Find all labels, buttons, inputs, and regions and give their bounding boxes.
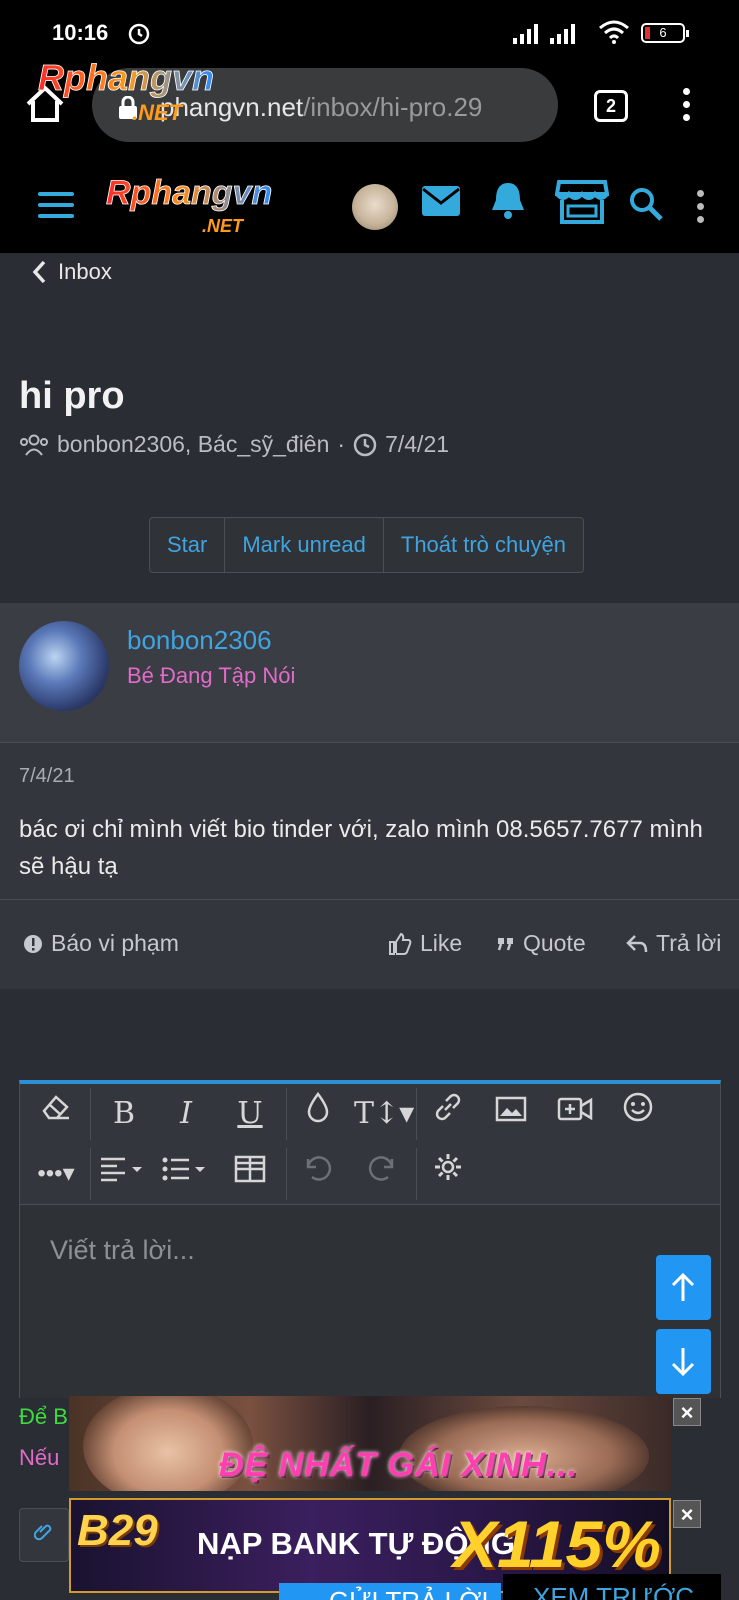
message: bonbon2306 Bé Đang Tập Nói 7/4/21 bác ơi… xyxy=(0,603,739,989)
link-icon[interactable] xyxy=(420,1090,476,1138)
preview-button[interactable]: XEM TRƯỚC xyxy=(503,1574,721,1600)
report-label: Báo vi phạm xyxy=(51,930,179,956)
settings-icon[interactable] xyxy=(420,1150,476,1198)
battery-icon: 6 xyxy=(641,23,689,43)
smiley-icon[interactable] xyxy=(610,1090,666,1138)
message-user-title: Bé Đang Tập Nói xyxy=(127,663,296,688)
note-line-1: Để B xyxy=(19,1404,68,1429)
message-username[interactable]: bonbon2306 xyxy=(127,625,272,656)
attach-button[interactable] xyxy=(19,1508,69,1562)
breadcrumb-label: Inbox xyxy=(58,259,112,284)
quote-button[interactable]: Quote xyxy=(497,930,586,957)
quote-label: Quote xyxy=(523,930,586,956)
mark-unread-button[interactable]: Mark unread xyxy=(225,518,384,572)
users-icon xyxy=(20,434,48,456)
redo-icon[interactable] xyxy=(354,1150,410,1198)
clock: 10:16 xyxy=(52,20,109,45)
thumbs-up-icon xyxy=(389,932,412,955)
like-button[interactable]: Like xyxy=(388,930,462,957)
message-body: bác ơi chỉ mình viết bio tinder với, zal… xyxy=(19,816,703,880)
user-avatar[interactable] xyxy=(352,184,398,230)
image-icon[interactable] xyxy=(483,1090,539,1138)
quote-icon xyxy=(497,937,513,950)
browser-toolbar: phangvn.net/inbox/hi-pro.29 Rphangvn .NE… xyxy=(0,60,739,160)
bell-icon[interactable] xyxy=(490,180,526,220)
message-date[interactable]: 7/4/21 xyxy=(19,765,75,788)
underline-icon[interactable]: U xyxy=(222,1090,278,1138)
conversation-date: 7/4/21 xyxy=(385,431,450,457)
star-button[interactable]: Star xyxy=(150,518,226,572)
alert-icon xyxy=(24,934,42,953)
breadcrumb-back-link[interactable]: Inbox xyxy=(32,259,112,285)
wifi-icon xyxy=(599,20,629,44)
editor-toolbar-row-1: B I U T↕▾ xyxy=(20,1084,722,1144)
store-icon[interactable] xyxy=(555,178,609,226)
list-icon[interactable] xyxy=(158,1150,214,1198)
search-icon[interactable] xyxy=(628,186,664,222)
more-icon[interactable]: •••▾ xyxy=(28,1150,84,1198)
italic-icon[interactable]: I xyxy=(158,1090,214,1138)
message-user-block: bonbon2306 Bé Đang Tập Nói xyxy=(0,603,739,743)
ad-2-brand: B29 xyxy=(77,1506,158,1555)
submit-label: GỬI TRẢ LỜI xyxy=(329,1586,489,1600)
svg-text:Rphangvn: Rphangvn xyxy=(38,60,214,98)
submit-reply-button[interactable]: GỬI TRẢ LỜI xyxy=(279,1583,501,1600)
reply-placeholder: Viết trả lời... xyxy=(50,1235,195,1265)
site-logo[interactable]: Rphangvn .NET xyxy=(104,172,314,242)
reply-label: Trả lời xyxy=(656,930,722,956)
conversation-meta: bonbon2306, Bác_sỹ_điên · 7/4/21 xyxy=(19,431,449,458)
bold-icon[interactable]: B xyxy=(96,1090,152,1138)
site-logo-overlay: Rphangvn .NET xyxy=(38,60,215,125)
reply-editor: B I U T↕▾ •••▾ Viết trả lời... xyxy=(19,1080,721,1398)
mail-icon[interactable] xyxy=(421,185,461,217)
participants[interactable]: bonbon2306, Bác_sỹ_điên xyxy=(57,431,329,458)
page-title: hi pro xyxy=(19,375,125,417)
svg-text:Rphangvn: Rphangvn xyxy=(106,174,272,212)
ad-banner-1[interactable]: ĐỆ NHẤT GÁI XINH... xyxy=(69,1396,671,1491)
scroll-down-button[interactable] xyxy=(656,1329,711,1394)
meta-separator: · xyxy=(337,431,346,457)
undo-icon[interactable] xyxy=(290,1150,346,1198)
scroll-up-button[interactable] xyxy=(656,1255,711,1320)
reply-icon xyxy=(626,934,648,952)
note-line-2: Nếu xyxy=(19,1445,60,1470)
svg-text:.NET: .NET xyxy=(132,100,184,125)
color-icon[interactable] xyxy=(290,1090,346,1138)
report-button[interactable]: Báo vi phạm xyxy=(23,930,179,957)
signal-icon-2 xyxy=(550,24,575,44)
ad-2-bonus: X115% xyxy=(453,1507,661,1581)
chevron-left-icon xyxy=(32,260,46,284)
leave-conversation-button[interactable]: Thoát trò chuyện xyxy=(384,518,583,572)
text-size-icon[interactable]: T↕▾ xyxy=(354,1090,414,1138)
editor-toolbar-row-2: •••▾ xyxy=(20,1144,722,1204)
ad-close-icon-2[interactable]: × xyxy=(673,1500,701,1528)
site-more-icon[interactable] xyxy=(697,190,705,229)
ad-1-text: ĐỆ NHẤT GÁI XINH... xyxy=(219,1446,579,1484)
table-icon[interactable] xyxy=(222,1150,278,1198)
preview-label: XEM TRƯỚC xyxy=(533,1582,695,1600)
browser-menu-icon[interactable] xyxy=(683,88,691,127)
signal-icon-1 xyxy=(513,24,538,44)
ad-close-icon-1[interactable]: × xyxy=(673,1398,701,1426)
reply-textarea[interactable]: Viết trả lời... xyxy=(20,1204,720,1398)
like-label: Like xyxy=(420,930,463,956)
message-actions: Báo vi phạm Like Quote Trả lời xyxy=(0,899,739,989)
svg-text:.NET: .NET xyxy=(202,216,245,236)
battery-level: 6 xyxy=(659,25,667,40)
alarm-icon xyxy=(128,23,150,45)
tab-switcher-button[interactable]: 2 xyxy=(594,90,628,122)
site-header: Rphangvn .NET xyxy=(0,160,739,253)
clock-icon xyxy=(353,433,377,456)
align-icon[interactable] xyxy=(96,1150,152,1198)
message-avatar[interactable] xyxy=(19,621,109,711)
eraser-icon[interactable] xyxy=(28,1090,84,1138)
video-icon[interactable] xyxy=(547,1090,603,1138)
status-bar: 10:16 6 xyxy=(0,0,739,60)
conversation-actions: Star Mark unread Thoát trò chuyện xyxy=(149,517,584,573)
paperclip-icon xyxy=(33,1524,52,1541)
menu-icon[interactable] xyxy=(38,192,74,225)
reply-button[interactable]: Trả lời xyxy=(626,930,721,957)
